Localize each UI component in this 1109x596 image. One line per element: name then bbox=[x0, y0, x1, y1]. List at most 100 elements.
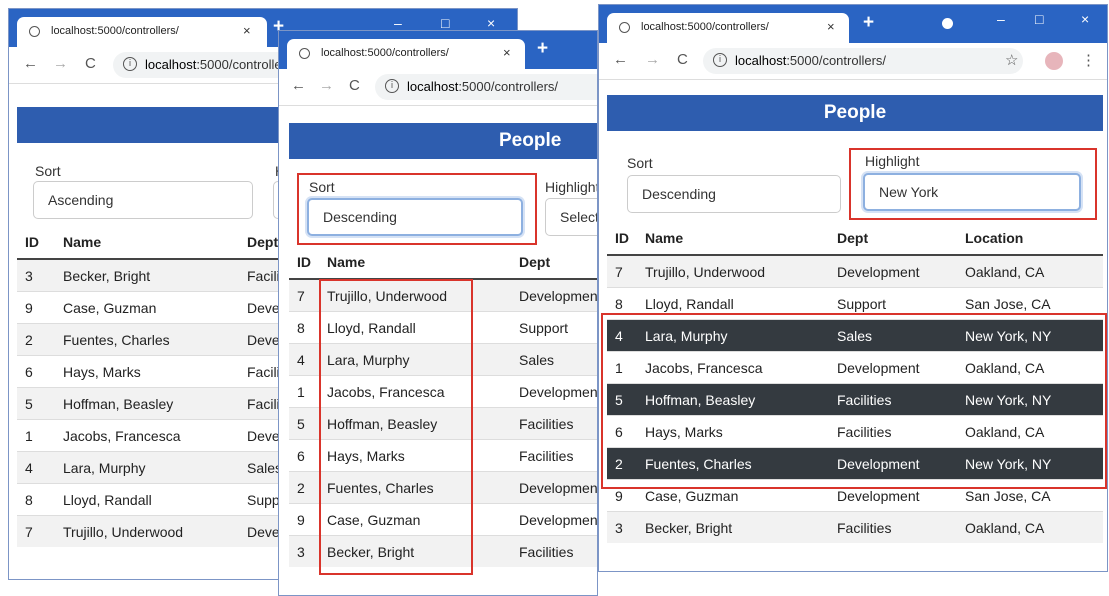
cell-name: Trujillo, Underwood bbox=[55, 515, 239, 547]
cell-id: 2 bbox=[17, 323, 55, 356]
back-button[interactable]: ← bbox=[291, 77, 306, 94]
column-name: Name bbox=[55, 225, 239, 260]
forward-button[interactable]: → bbox=[319, 77, 334, 94]
browser-tab[interactable]: localhost:5000/controllers/ × bbox=[287, 39, 525, 69]
name-column-highlight-box bbox=[319, 279, 473, 575]
column-id: ID bbox=[607, 221, 637, 256]
column-dept: Dept bbox=[511, 245, 597, 280]
browser-tab[interactable]: localhost:5000/controllers/ × bbox=[607, 13, 849, 43]
cell-id: 8 bbox=[289, 311, 319, 344]
address-bar-row: ← → C i localhost:5000/controllers/ ☆ ⋮ bbox=[599, 43, 1107, 80]
cell-id: 6 bbox=[289, 439, 319, 472]
cell-id: 5 bbox=[17, 387, 55, 420]
column-name: Name bbox=[637, 221, 829, 256]
page-title: People bbox=[289, 123, 597, 159]
bookmark-star-icon[interactable]: ☆ bbox=[1005, 51, 1018, 69]
cell-id: 4 bbox=[289, 343, 319, 376]
cell-id: 1 bbox=[17, 419, 55, 452]
url-text: localhost:5000/controllers/ bbox=[735, 53, 887, 68]
url-field[interactable]: i localhost:5000/controllers/ bbox=[703, 48, 1023, 74]
cell-dept: Facilities bbox=[511, 439, 597, 472]
highlight-select[interactable]: Select bbox=[545, 198, 597, 236]
cell-id: 5 bbox=[289, 407, 319, 440]
sort-select[interactable]: Ascending bbox=[33, 181, 253, 219]
page-title: People bbox=[607, 95, 1103, 131]
table-row: 7 Trujillo, Underwood Development Oakland, … bbox=[607, 254, 1103, 288]
cell-dept: Facilities bbox=[829, 511, 957, 543]
table-header-row: ID Name Dept Location bbox=[607, 221, 1103, 256]
tab-close-icon[interactable]: × bbox=[827, 19, 835, 34]
extension-icon[interactable] bbox=[1045, 52, 1063, 70]
cell-id: 3 bbox=[289, 535, 319, 567]
cell-id: 3 bbox=[17, 258, 55, 292]
new-tab-button[interactable]: + bbox=[537, 38, 548, 60]
cell-location: Oakland, CA bbox=[957, 511, 1103, 543]
sort-highlight-box bbox=[297, 173, 537, 245]
cell-dept: Development bbox=[829, 254, 957, 288]
reload-button[interactable]: C bbox=[85, 55, 96, 72]
forward-button[interactable]: → bbox=[53, 55, 68, 72]
cell-name: Lloyd, Randall bbox=[55, 483, 239, 516]
cell-dept: Development bbox=[511, 471, 597, 504]
tab-close-icon[interactable]: × bbox=[243, 23, 251, 38]
tab-title: localhost:5000/controllers/ bbox=[321, 47, 449, 59]
new-tab-button[interactable]: + bbox=[863, 12, 874, 34]
globe-icon bbox=[29, 26, 40, 37]
cell-id: 1 bbox=[289, 375, 319, 408]
maximize-button[interactable]: □ bbox=[441, 15, 449, 31]
reload-button[interactable]: C bbox=[677, 51, 688, 68]
cell-id: 9 bbox=[289, 503, 319, 536]
highlight-select-box bbox=[849, 148, 1097, 220]
browser-window-2: localhost:5000/controllers/ × + ← → C i … bbox=[278, 30, 598, 596]
column-id: ID bbox=[289, 245, 319, 280]
cell-id: 2 bbox=[289, 471, 319, 504]
sort-select[interactable]: Descending bbox=[627, 175, 841, 213]
tab-close-icon[interactable]: × bbox=[503, 45, 511, 60]
cell-name: Becker, Bright bbox=[637, 511, 829, 543]
cell-id: 4 bbox=[17, 451, 55, 484]
cell-name: Case, Guzman bbox=[55, 291, 239, 324]
forward-button[interactable]: → bbox=[645, 51, 660, 68]
maximize-button[interactable]: □ bbox=[1035, 11, 1043, 27]
profile-dot-icon[interactable] bbox=[942, 18, 953, 29]
back-button[interactable]: ← bbox=[613, 51, 628, 68]
minimize-button[interactable]: – bbox=[997, 11, 1005, 27]
info-icon: i bbox=[385, 79, 399, 93]
cell-dept: Sales bbox=[511, 343, 597, 376]
reload-button[interactable]: C bbox=[349, 77, 360, 94]
close-window-button[interactable]: × bbox=[1081, 11, 1089, 27]
cell-dept: Development bbox=[511, 503, 597, 536]
cell-id: 7 bbox=[607, 254, 637, 288]
table-header-row: ID Name Dept Location bbox=[289, 245, 597, 280]
tab-title: localhost:5000/controllers/ bbox=[51, 25, 179, 37]
close-window-button[interactable]: × bbox=[487, 15, 495, 31]
browser-menu-icon[interactable]: ⋮ bbox=[1081, 51, 1096, 69]
browser-tab[interactable]: localhost:5000/controllers/ × bbox=[17, 17, 267, 47]
url-text: localhost:5000/controllers/ bbox=[145, 57, 297, 72]
cell-name: Jacobs, Francesca bbox=[55, 419, 239, 452]
info-icon: i bbox=[713, 53, 727, 67]
back-button[interactable]: ← bbox=[23, 55, 38, 72]
highlighted-rows-box bbox=[601, 313, 1107, 489]
cell-dept: Support bbox=[511, 311, 597, 344]
cell-name: Lara, Murphy bbox=[55, 451, 239, 484]
tab-title: localhost:5000/controllers/ bbox=[641, 21, 769, 33]
cell-id: 7 bbox=[289, 278, 319, 312]
cell-name: Becker, Bright bbox=[55, 258, 239, 292]
cell-id: 7 bbox=[17, 515, 55, 547]
minimize-button[interactable]: – bbox=[394, 15, 402, 31]
url-field[interactable]: i localhost:5000/controllers/ bbox=[375, 74, 597, 100]
column-name: Name bbox=[319, 245, 511, 280]
globe-icon bbox=[619, 22, 630, 33]
sort-label: Sort bbox=[35, 163, 61, 179]
cell-dept: Development bbox=[511, 278, 597, 312]
sort-label: Sort bbox=[627, 155, 653, 171]
globe-icon bbox=[299, 48, 310, 59]
cell-name: Hays, Marks bbox=[55, 355, 239, 388]
highlight-label: Highlight bbox=[545, 179, 598, 195]
cell-id: 9 bbox=[17, 291, 55, 324]
cell-location: Oakland, CA bbox=[957, 254, 1103, 288]
cell-dept: Development bbox=[511, 375, 597, 408]
cell-id: 8 bbox=[17, 483, 55, 516]
address-bar-row: ← → C i localhost:5000/controllers/ bbox=[279, 69, 597, 106]
